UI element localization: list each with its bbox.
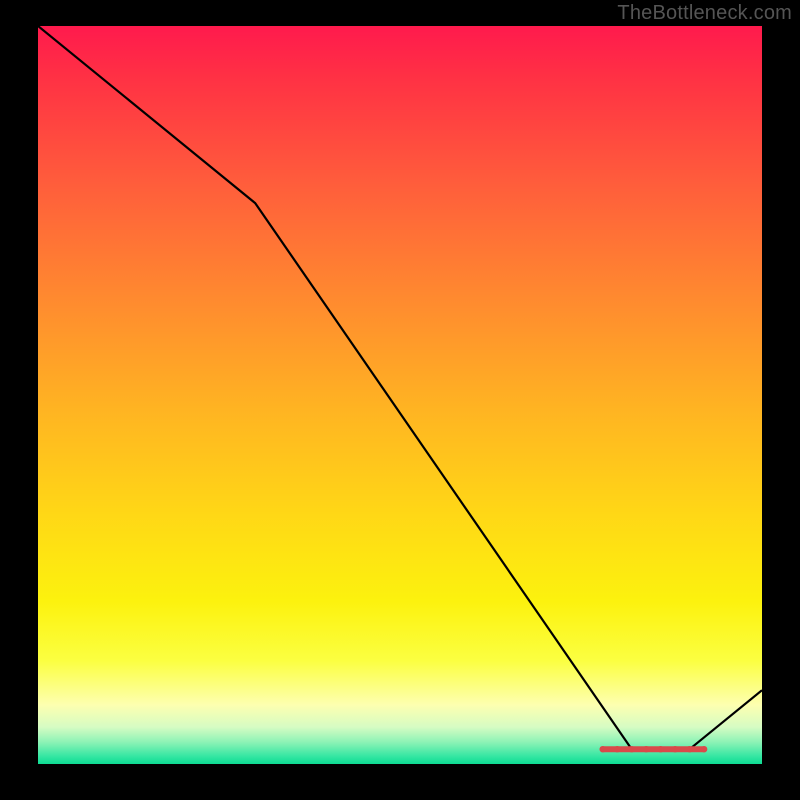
marker-dot — [657, 746, 663, 752]
marker-dot — [701, 746, 707, 752]
marker-dot — [643, 746, 649, 752]
chart-container: TheBottleneck.com — [0, 0, 800, 800]
marker-dot — [629, 746, 635, 752]
plot-area — [38, 26, 762, 764]
chart-svg — [38, 26, 762, 764]
marker-dot — [672, 746, 678, 752]
marker-dot — [614, 746, 620, 752]
chart-line — [38, 26, 762, 749]
watermark-text: TheBottleneck.com — [617, 2, 792, 25]
marker-dot — [600, 746, 606, 752]
marker-dot — [686, 746, 692, 752]
